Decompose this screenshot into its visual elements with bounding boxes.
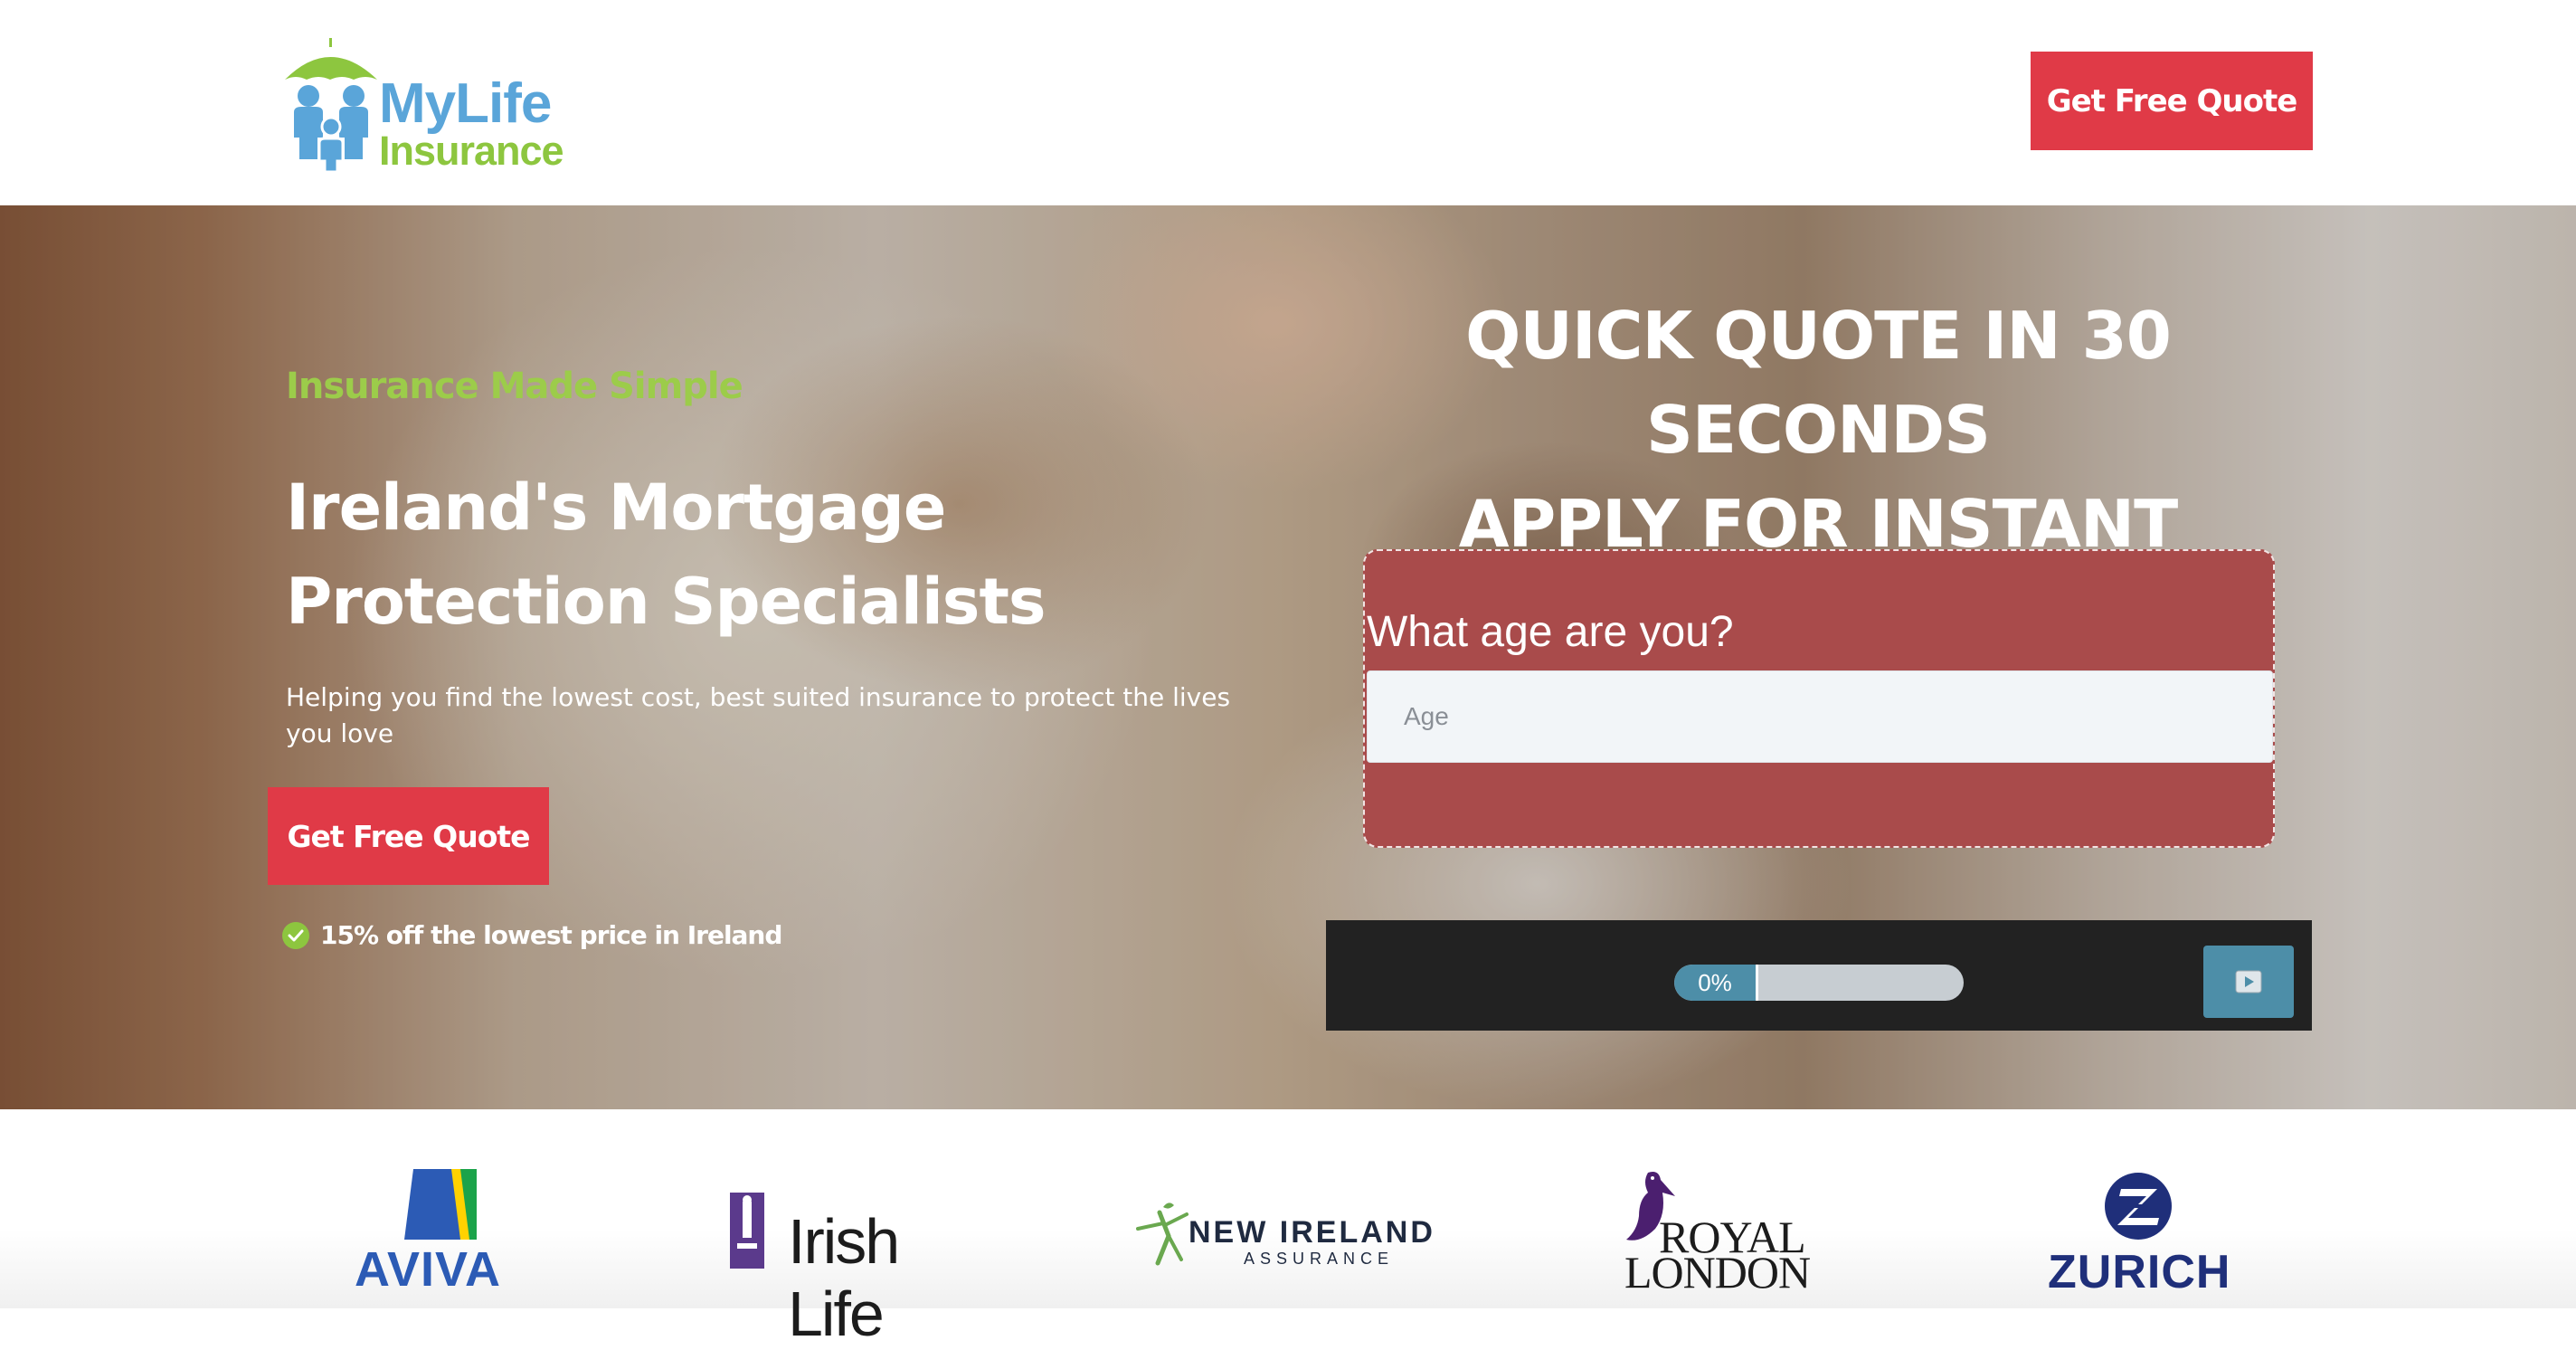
zurich-z-icon bbox=[2105, 1173, 2172, 1240]
hero-get-free-quote-button[interactable]: Get Free Quote bbox=[268, 787, 549, 885]
hero-subtitle: Helping you find the lowest cost, best s… bbox=[286, 682, 1231, 748]
umbrella-family-icon bbox=[285, 38, 377, 172]
zurich-wordmark: ZURICH bbox=[2048, 1246, 2231, 1298]
logo-wordmark: MyLife Insurance bbox=[379, 72, 564, 174]
aviva-wordmark: AVIVA bbox=[355, 1242, 502, 1297]
site-header: MyLife Insurance Get Free Quote bbox=[0, 0, 2576, 205]
royal-london-line-2: LONDON bbox=[1624, 1247, 1811, 1298]
logo-line-2: Insurance bbox=[379, 128, 564, 174]
new-ireland-logo: NEW IRELAND ASSURANCE bbox=[1131, 1109, 1456, 1308]
check-circle-icon bbox=[282, 921, 309, 949]
new-ireland-subtitle: ASSURANCE bbox=[1244, 1250, 1395, 1268]
irish-life-mark-icon bbox=[730, 1193, 764, 1269]
progress-label: 0% bbox=[1698, 969, 1732, 996]
progress-separator bbox=[1756, 965, 1758, 1001]
progress-bar: 0% bbox=[1674, 965, 1964, 1001]
hero-eyebrow: Insurance Made Simple bbox=[286, 366, 743, 407]
usp-text: 15% off the lowest price in Ireland bbox=[320, 920, 782, 950]
age-question-label: What age are you? bbox=[1367, 608, 1734, 656]
quote-form-card: What age are you? bbox=[1363, 549, 2275, 848]
zurich-logo: ZURICH bbox=[2044, 1109, 2243, 1308]
hero-section: Insurance Made Simple Ireland's Mortgage… bbox=[0, 205, 2576, 1109]
age-input[interactable] bbox=[1367, 670, 2273, 763]
header-get-free-quote-button[interactable]: Get Free Quote bbox=[2031, 52, 2313, 150]
aviva-logo: AVIVA bbox=[353, 1109, 534, 1308]
irish-life-wordmark: Irish Life bbox=[788, 1206, 900, 1349]
mylife-logo[interactable]: MyLife Insurance bbox=[283, 36, 573, 172]
play-icon bbox=[2235, 970, 2262, 993]
aviva-mark-icon bbox=[404, 1169, 477, 1240]
new-ireland-figure-icon bbox=[1136, 1203, 1189, 1266]
logo-line-1: MyLife bbox=[379, 72, 552, 135]
royal-london-logo: ROYAL LONDON bbox=[1619, 1109, 1818, 1308]
new-ireland-wordmark: NEW IRELAND bbox=[1189, 1215, 1435, 1250]
usp-item: 15% off the lowest price in Ireland bbox=[282, 920, 782, 950]
irish-life-logo: Irish Life bbox=[728, 1109, 1009, 1349]
quick-quote-heading-line-1: QUICK QUOTE IN 30 SECONDS bbox=[1465, 298, 2172, 468]
partner-logos: AVIVA Irish Life NEW IRELAND ASSURANCE R… bbox=[0, 1109, 2576, 1349]
hero-title: Ireland's Mortgage Protection Specialist… bbox=[286, 471, 1046, 639]
video-player-bar: 0% bbox=[1326, 920, 2312, 1031]
play-button[interactable] bbox=[2203, 946, 2294, 1018]
